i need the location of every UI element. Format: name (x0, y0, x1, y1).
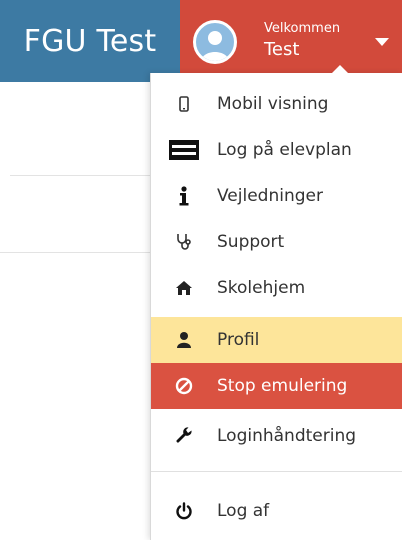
menu-item-label: Support (217, 232, 285, 252)
stethoscope-icon (151, 233, 217, 251)
user-icon (151, 331, 217, 349)
welcome-label: Velkommen (264, 21, 341, 36)
menu-item-label: Skolehjem (217, 278, 306, 298)
menu-item-loginhaandtering[interactable]: Loginhåndtering (151, 413, 402, 459)
user-avatar-icon (193, 20, 237, 64)
menu-item-vejledninger[interactable]: Vejledninger (151, 173, 402, 219)
home-icon (151, 280, 217, 296)
username-label: Test (264, 39, 300, 60)
menu-item-log-paa-elevplan[interactable]: Log på elevplan (151, 127, 402, 173)
menu-item-support[interactable]: Support (151, 219, 402, 265)
mobile-icon (151, 96, 217, 112)
menu-item-label: Loginhåndtering (217, 426, 357, 446)
menu-item-label: Profil (217, 330, 260, 350)
divider-line (10, 175, 150, 176)
app-brand-title[interactable]: FGU Test (0, 0, 180, 82)
menu-item-stop-emulering[interactable]: Stop emulering (151, 363, 402, 409)
menu-item-mobil-visning[interactable]: Mobil visning (151, 81, 402, 127)
menu-item-label: Mobil visning (217, 94, 329, 114)
elevplan-logo-icon (151, 140, 217, 160)
menu-item-label: Stop emulering (217, 376, 348, 396)
user-menu-toggle[interactable]: Velkommen Test (180, 0, 402, 82)
menu-item-profil[interactable]: Profil (151, 317, 402, 363)
menu-item-label: Log på elevplan (217, 140, 352, 160)
menu-item-skolehjem[interactable]: Skolehjem (151, 265, 402, 311)
ban-icon (151, 377, 217, 395)
page: FGU Test Velkommen Test Mobil visning Lo… (0, 0, 402, 540)
user-dropdown-menu: Mobil visning Log på elevplan Vejledning… (150, 65, 402, 540)
menu-item-label: Log af (217, 501, 270, 521)
divider-line (0, 252, 150, 253)
wrench-icon (151, 427, 217, 445)
menu-item-log-af[interactable]: Log af (151, 488, 402, 534)
menu-pointer (332, 65, 348, 73)
info-icon (151, 186, 217, 206)
caret-down-icon (375, 38, 389, 46)
power-icon (151, 502, 217, 520)
menu-item-label: Vejledninger (217, 186, 323, 206)
menu-divider (151, 471, 402, 472)
